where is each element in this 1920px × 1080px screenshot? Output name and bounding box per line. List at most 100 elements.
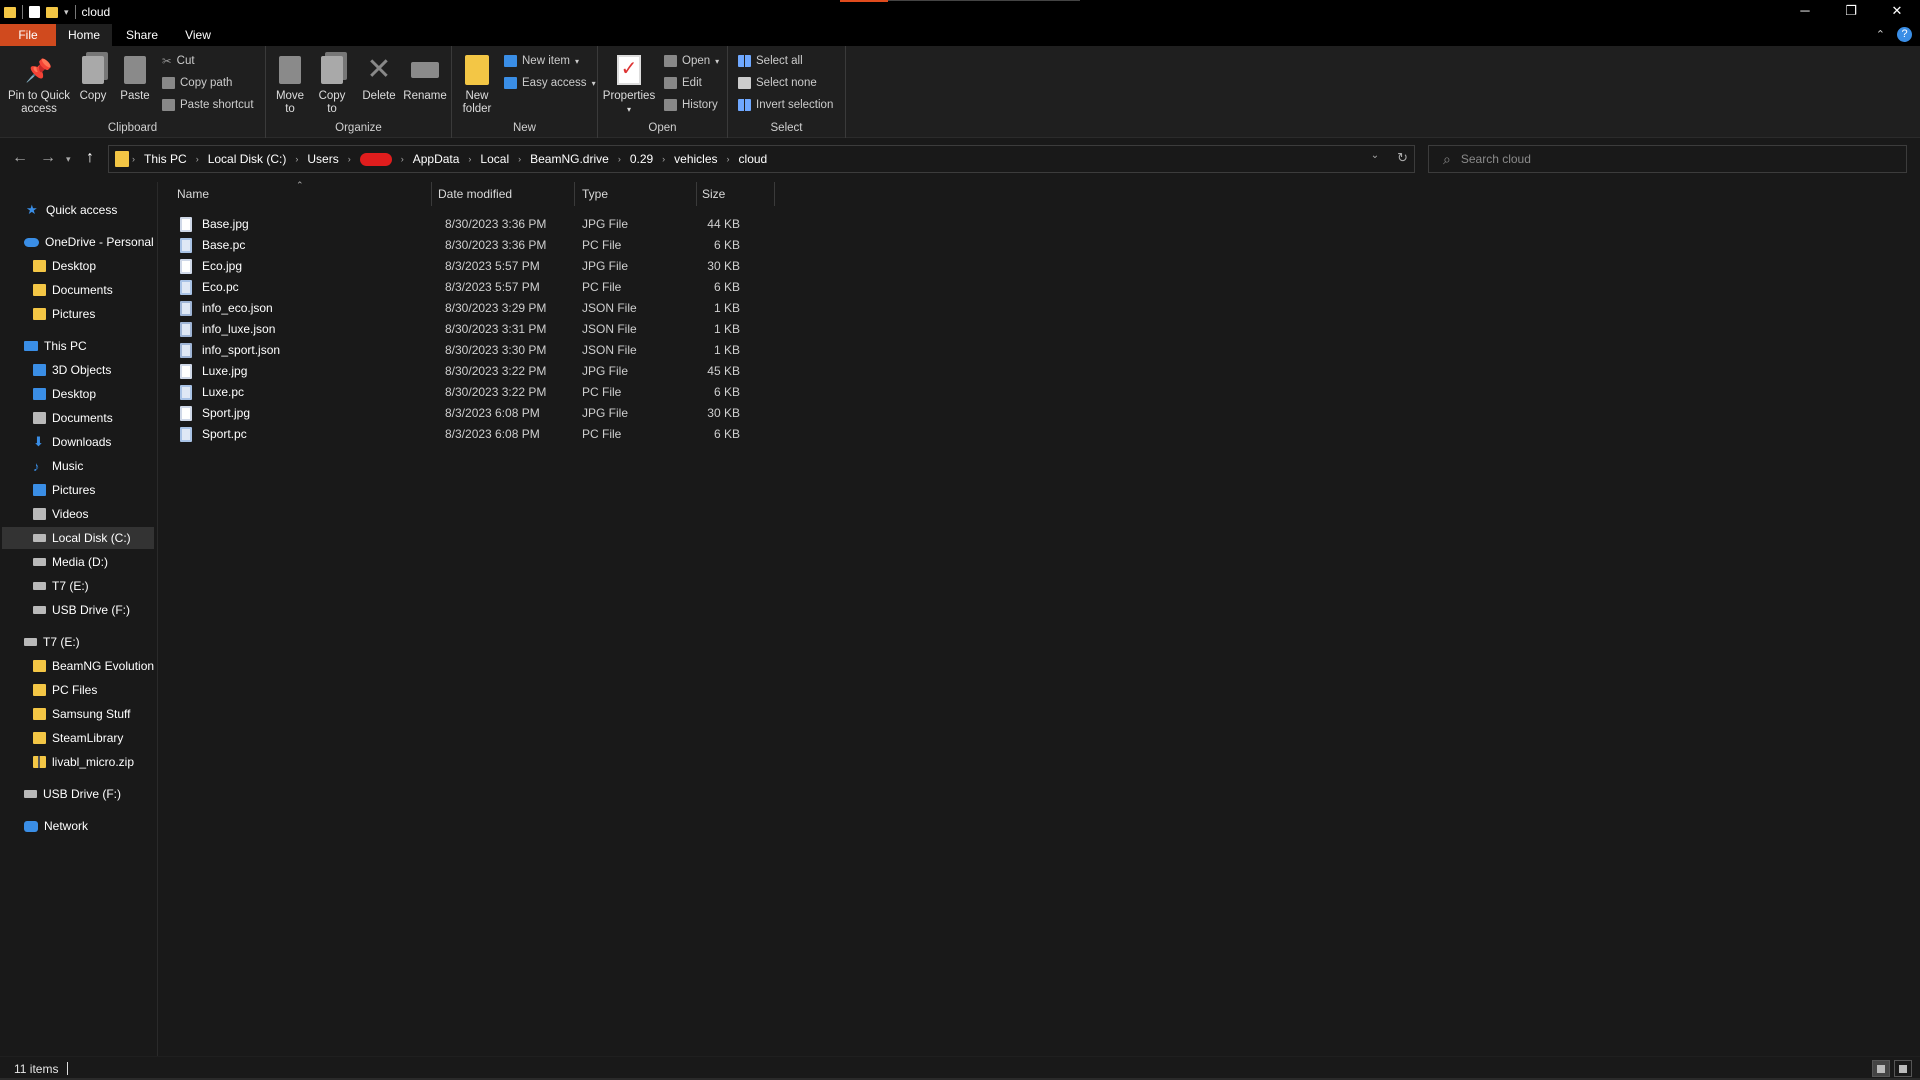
qa-dropdown-icon[interactable]: ▾ xyxy=(64,7,69,18)
nav-beamng-evolution[interactable]: BeamNG Evolution xyxy=(33,655,154,677)
column-header-date[interactable]: Date modified xyxy=(438,182,568,206)
nav-samsung-stuff[interactable]: Samsung Stuff xyxy=(33,703,131,725)
move-to-button[interactable]: Move to xyxy=(270,54,310,116)
tab-file[interactable]: File xyxy=(0,24,56,46)
address-dropdown-icon[interactable]: ⌄ xyxy=(1371,150,1379,166)
new-folder-button[interactable]: New folder xyxy=(458,54,496,116)
paste-button[interactable]: Paste xyxy=(118,54,152,103)
breadcrumb-local-disk[interactable]: Local Disk (C:) xyxy=(202,152,293,166)
forward-arrow-icon[interactable]: → xyxy=(40,149,56,167)
pin-quick-access-button[interactable]: 📌 Pin to Quick access xyxy=(4,54,74,116)
details-view-button[interactable] xyxy=(1872,1060,1890,1077)
open-button[interactable]: Open ▾ xyxy=(664,52,719,70)
table-row[interactable]: Eco.jpg 8/3/2023 5:57 PM JPG File 30 KB xyxy=(172,256,932,277)
tab-share[interactable]: Share xyxy=(112,24,172,46)
column-separator[interactable] xyxy=(774,182,775,206)
column-separator[interactable] xyxy=(696,182,697,206)
delete-button[interactable]: ✕ Delete xyxy=(358,54,400,103)
breadcrumb-cloud[interactable]: cloud xyxy=(733,152,774,166)
tab-home[interactable]: Home xyxy=(56,24,112,46)
easy-access-button[interactable]: Easy access ▾ xyxy=(504,74,596,92)
nav-pictures[interactable]: Pictures xyxy=(33,479,95,501)
select-none-button[interactable]: Select none xyxy=(738,74,817,92)
table-row[interactable]: Sport.jpg 8/3/2023 6:08 PM JPG File 30 KB xyxy=(172,403,932,424)
help-icon[interactable]: ? xyxy=(1897,27,1912,42)
nav-3d-objects[interactable]: 3D Objects xyxy=(33,359,111,381)
nav-quick-access[interactable]: ★ Quick access xyxy=(26,199,117,221)
recent-locations-icon[interactable]: ▾ xyxy=(66,154,71,165)
restore-icon[interactable]: ❐ xyxy=(1828,0,1874,24)
table-row[interactable]: info_eco.json 8/30/2023 3:29 PM JSON File 1… xyxy=(172,298,932,319)
nav-livabl-zip[interactable]: livabl_micro.zip xyxy=(33,751,134,773)
search-input[interactable] xyxy=(1460,152,1861,166)
breadcrumb-vehicles[interactable]: vehicles xyxy=(668,152,723,166)
navigation-pane[interactable]: ★ Quick access OneDrive - Personal Deskt… xyxy=(0,182,158,1056)
breadcrumb-beamng[interactable]: BeamNG.drive xyxy=(524,152,615,166)
nav-usb-f[interactable]: USB Drive (F:) xyxy=(33,599,130,621)
column-separator[interactable] xyxy=(431,182,432,206)
search-box[interactable]: ⌕ xyxy=(1428,145,1907,173)
properties-button[interactable]: ✓ Properties ▾ xyxy=(602,54,656,116)
collapse-ribbon-icon[interactable]: ⌃ xyxy=(1876,28,1885,41)
column-separator[interactable] xyxy=(574,182,575,206)
paste-shortcut-button[interactable]: Paste shortcut xyxy=(162,96,254,114)
properties-qa-icon[interactable] xyxy=(29,6,40,18)
history-button[interactable]: History xyxy=(664,96,718,114)
tab-view[interactable]: View xyxy=(172,24,224,46)
nav-steamlibrary[interactable]: SteamLibrary xyxy=(33,727,123,749)
new-item-button[interactable]: New item ▾ xyxy=(504,52,579,70)
breadcrumb-appdata[interactable]: AppData xyxy=(407,152,466,166)
nav-desktop[interactable]: Desktop xyxy=(33,383,96,405)
nav-this-pc[interactable]: This PC xyxy=(24,335,87,357)
back-arrow-icon[interactable]: ← xyxy=(12,149,28,167)
nav-od-documents[interactable]: Documents xyxy=(33,279,113,301)
nav-od-desktop[interactable]: Desktop xyxy=(33,255,96,277)
column-header-name[interactable]: Name xyxy=(177,182,427,206)
nav-network[interactable]: Network xyxy=(24,815,88,837)
close-icon[interactable]: ✕ xyxy=(1874,0,1920,24)
select-all-button[interactable]: Select all xyxy=(738,52,803,70)
new-folder-qa-icon[interactable] xyxy=(46,6,58,18)
table-row[interactable]: info_sport.json 8/30/2023 3:30 PM JSON Fil… xyxy=(172,340,932,361)
nav-local-disk-c[interactable]: Local Disk (C:) xyxy=(2,527,154,549)
address-bar[interactable]: › This PC › Local Disk (C:) › Users › › … xyxy=(108,145,1415,173)
nav-usb-root[interactable]: USB Drive (F:) xyxy=(24,783,121,805)
file-list[interactable]: ⌃ Name Date modified Type Size Base.jpg 8… xyxy=(160,180,1920,1056)
breadcrumb-local[interactable]: Local xyxy=(474,152,515,166)
nav-od-pictures[interactable]: Pictures xyxy=(33,303,95,325)
edit-button[interactable]: Edit xyxy=(664,74,702,92)
nav-music[interactable]: ♪ Music xyxy=(33,455,83,477)
large-icons-view-button[interactable] xyxy=(1894,1060,1912,1077)
nav-onedrive[interactable]: OneDrive - Personal xyxy=(24,231,154,253)
minimize-icon[interactable]: ─ xyxy=(1782,0,1828,24)
breadcrumb-users[interactable]: Users xyxy=(301,152,344,166)
cut-button[interactable]: ✂ Cut xyxy=(162,52,195,70)
table-row[interactable]: Sport.pc 8/3/2023 6:08 PM PC File 6 KB xyxy=(172,424,932,445)
invert-selection-button[interactable]: Invert selection xyxy=(738,96,833,114)
column-header-size[interactable]: Size xyxy=(702,182,772,206)
breadcrumb-this-pc[interactable]: This PC xyxy=(138,152,193,166)
table-row[interactable]: Luxe.jpg 8/30/2023 3:22 PM JPG File 45 KB xyxy=(172,361,932,382)
up-arrow-icon[interactable]: ↑ xyxy=(86,149,94,167)
nav-t7-e[interactable]: T7 (E:) xyxy=(33,575,89,597)
nav-downloads[interactable]: ⬇ Downloads xyxy=(33,431,111,453)
nav-videos[interactable]: Videos xyxy=(33,503,88,525)
redacted-username[interactable] xyxy=(359,152,392,166)
breadcrumb-version[interactable]: 0.29 xyxy=(624,152,659,166)
nav-scrollbar[interactable] xyxy=(157,182,158,1056)
table-row[interactable]: Eco.pc 8/3/2023 5:57 PM PC File 6 KB xyxy=(172,277,932,298)
table-row[interactable]: info_luxe.json 8/30/2023 3:31 PM JSON File… xyxy=(172,319,932,340)
table-row[interactable]: Base.jpg 8/30/2023 3:36 PM JPG File 44 KB xyxy=(172,214,932,235)
copy-path-button[interactable]: Copy path xyxy=(162,74,232,92)
copy-button[interactable]: Copy xyxy=(76,54,110,103)
table-row[interactable]: Luxe.pc 8/30/2023 3:22 PM PC File 6 KB xyxy=(172,382,932,403)
column-header-type[interactable]: Type xyxy=(582,182,672,206)
copy-to-button[interactable]: Copy to xyxy=(312,54,352,116)
nav-documents[interactable]: Documents xyxy=(33,407,113,429)
nav-pc-files[interactable]: PC Files xyxy=(33,679,97,701)
nav-media-d[interactable]: Media (D:) xyxy=(33,551,108,573)
rename-button[interactable]: Rename xyxy=(402,54,448,103)
table-row[interactable]: Base.pc 8/30/2023 3:36 PM PC File 6 KB xyxy=(172,235,932,256)
refresh-icon[interactable]: ↻ xyxy=(1397,150,1408,166)
nav-t7-root[interactable]: T7 (E:) xyxy=(24,631,80,653)
